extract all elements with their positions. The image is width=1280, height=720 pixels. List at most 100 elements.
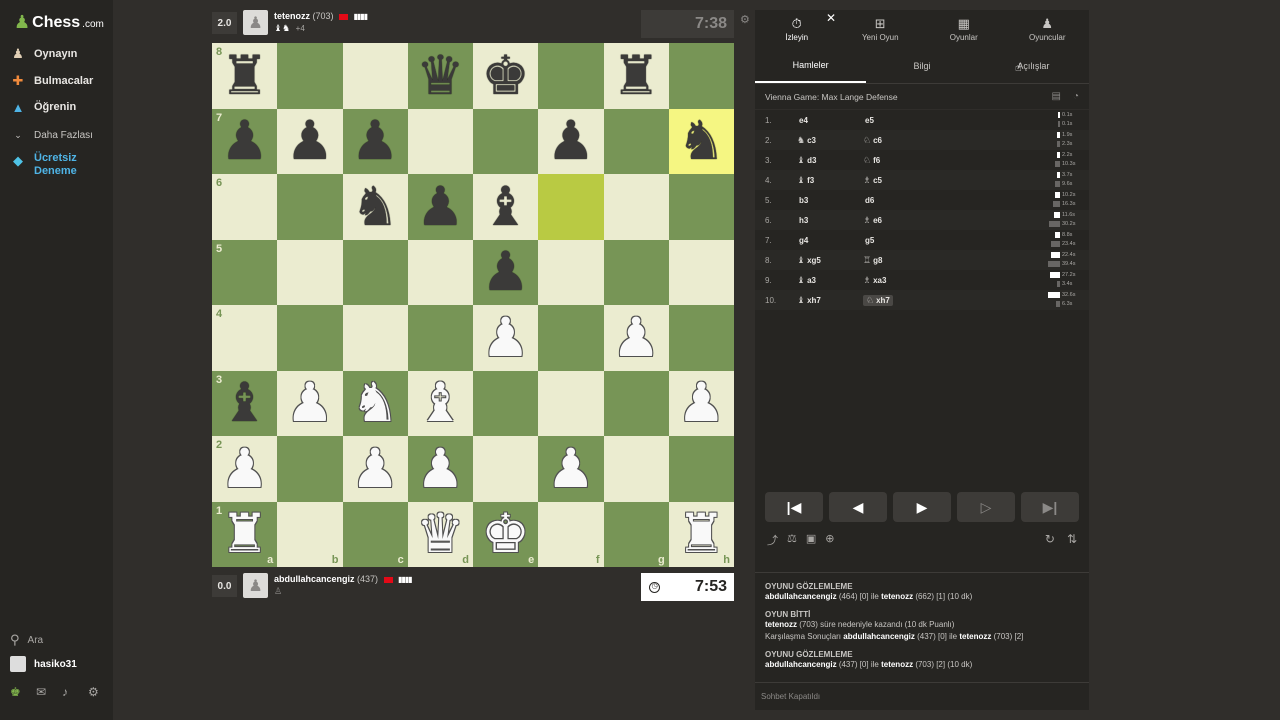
square-d2[interactable]: ♟	[407, 436, 473, 502]
square-h6[interactable]	[668, 174, 734, 240]
square-d3[interactable]: ♝	[407, 370, 473, 436]
top-player-avatar[interactable]: ♟	[243, 10, 268, 35]
close-icon[interactable]: ✕	[826, 11, 836, 25]
square-b5[interactable]	[277, 239, 343, 305]
white-queen-icon[interactable]: ♛	[416, 507, 464, 561]
white-rook-icon[interactable]: ♜	[220, 507, 268, 561]
black-move[interactable]: d6	[863, 195, 933, 205]
square-a6[interactable]: 6	[212, 174, 278, 240]
black-move[interactable]: ♘ c6	[863, 135, 933, 146]
black-bishop-icon[interactable]: ♝	[220, 376, 268, 430]
chat-input[interactable]: Sohbet Kapatıldı	[755, 682, 1089, 710]
square-f8[interactable]	[538, 43, 604, 109]
subtab-moves[interactable]: Hamleler	[755, 48, 867, 83]
board-settings-gear-icon[interactable]: ⚙	[740, 13, 750, 26]
square-d4[interactable]	[407, 305, 473, 371]
square-g4[interactable]: ♟	[603, 305, 669, 371]
white-move[interactable]: ♝ a3	[797, 275, 863, 286]
tab-new-game[interactable]: ⊞ Yeni Oyun	[839, 10, 923, 48]
black-move[interactable]: ♖ g8	[863, 255, 933, 266]
black-knight-icon[interactable]: ♞	[677, 114, 725, 168]
square-h1[interactable]: h ♜	[668, 501, 734, 567]
user-profile[interactable]: hasiko31	[10, 656, 77, 672]
book-icon[interactable]: ▤	[1052, 91, 1061, 102]
white-move[interactable]: e4	[797, 115, 863, 125]
top-player-name-row[interactable]: tetenozz (703) ▮▮▮▮	[274, 11, 368, 21]
square-e5[interactable]: ♟	[473, 239, 539, 305]
subtab-openings[interactable]: Açılışlar	[978, 48, 1089, 83]
first-move-button[interactable]: |◀	[765, 492, 823, 522]
square-e2[interactable]	[473, 436, 539, 502]
square-a8[interactable]: 8 ♜	[212, 43, 278, 109]
white-pawn-icon[interactable]: ♟	[220, 441, 268, 496]
square-f4[interactable]	[538, 305, 604, 371]
square-e6[interactable]: ♝	[473, 174, 539, 240]
chess-board[interactable]: 8 ♜ ♛ ♚ ♜ 7 ♟ ♟ ♟ ♟ ♞ 6 ♞ ♟ ♝ 5 ♟ 4 ♟ ♟ 3 ♝ ♟ ♞ ♝ ♟ 2 ♟ ♟ ♟ ♟ 1 a ♜ b c d ♛ e ♚…	[212, 43, 734, 567]
mail-icon[interactable]: ✉	[36, 686, 49, 699]
white-pawn-icon[interactable]: ♟	[612, 310, 660, 365]
white-king-icon[interactable]: ♚	[481, 507, 529, 561]
white-pawn-icon[interactable]: ♟	[547, 441, 595, 496]
square-c7[interactable]: ♟	[342, 108, 408, 174]
white-pawn-icon[interactable]: ♟	[286, 376, 334, 430]
square-b3[interactable]: ♟	[277, 370, 343, 436]
white-bishop-icon[interactable]: ♝	[416, 376, 464, 430]
square-c3[interactable]: ♞	[342, 370, 408, 436]
square-a5[interactable]: 5	[212, 239, 278, 305]
black-pawn-icon[interactable]: ♟	[416, 179, 464, 234]
bell-icon[interactable]: ♪	[62, 686, 75, 699]
square-g8[interactable]: ♜	[603, 43, 669, 109]
black-move[interactable]: ♗ e6	[863, 215, 933, 226]
square-h4[interactable]	[668, 305, 734, 371]
black-move[interactable]: e5	[863, 115, 933, 125]
nav-free-trial[interactable]: ◆ Ücretsiz Deneme	[10, 152, 90, 178]
square-f3[interactable]	[538, 370, 604, 436]
square-h7[interactable]: ♞	[668, 108, 734, 174]
square-b6[interactable]	[277, 174, 343, 240]
square-e3[interactable]	[473, 370, 539, 436]
square-e4[interactable]: ♟	[473, 305, 539, 371]
square-f5[interactable]	[538, 239, 604, 305]
flip-board-icon[interactable]: ⇅	[1067, 532, 1077, 546]
tab-players[interactable]: ♟ Oyuncular	[1006, 10, 1090, 48]
black-move[interactable]: ♗ c5	[863, 175, 933, 186]
square-d7[interactable]	[407, 108, 473, 174]
black-move[interactable]: ♘ f6	[863, 155, 933, 166]
chess-com-logo[interactable]: ♟ Chess .com	[14, 12, 104, 33]
square-f6[interactable]	[538, 174, 604, 240]
black-move[interactable]: g5	[863, 235, 933, 245]
square-b4[interactable]	[277, 305, 343, 371]
white-pawn-icon[interactable]: ♟	[677, 376, 725, 430]
white-move[interactable]: ♝ d3	[797, 155, 863, 166]
square-g3[interactable]	[603, 370, 669, 436]
square-g2[interactable]	[603, 436, 669, 502]
white-pawn-icon[interactable]: ♟	[481, 310, 529, 365]
previous-move-button[interactable]: ◀	[829, 492, 887, 522]
white-move[interactable]: g4	[797, 235, 863, 245]
black-pawn-icon[interactable]: ♟	[220, 114, 268, 168]
square-f2[interactable]: ♟	[538, 436, 604, 502]
square-h5[interactable]	[668, 239, 734, 305]
square-g7[interactable]	[603, 108, 669, 174]
refresh-icon[interactable]: ↻	[1045, 532, 1055, 546]
square-a3[interactable]: 3 ♝	[212, 370, 278, 436]
white-move[interactable]: h3	[797, 215, 863, 225]
square-a1[interactable]: 1 a ♜	[212, 501, 278, 567]
nav-more[interactable]: ⌄ Daha Fazlası	[10, 127, 93, 143]
square-c4[interactable]	[342, 305, 408, 371]
subtab-info[interactable]: Bilgi	[866, 48, 977, 83]
black-knight-icon[interactable]: ♞	[351, 179, 399, 234]
nav-play[interactable]: ♟ Oynayın	[10, 46, 77, 62]
square-d1[interactable]: d ♛	[407, 501, 473, 567]
black-queen-icon[interactable]: ♛	[416, 48, 464, 103]
square-h8[interactable]	[668, 43, 734, 109]
square-c6[interactable]: ♞	[342, 174, 408, 240]
zoom-icon[interactable]: ⊕	[825, 532, 834, 548]
friends-icon[interactable]: ♚	[10, 686, 23, 699]
square-b2[interactable]	[277, 436, 343, 502]
tab-games[interactable]: ▦ Oyunlar	[922, 10, 1006, 48]
square-b7[interactable]: ♟	[277, 108, 343, 174]
square-g5[interactable]	[603, 239, 669, 305]
square-b1[interactable]: b	[277, 501, 343, 567]
gear-icon[interactable]: ⚙	[88, 686, 101, 699]
